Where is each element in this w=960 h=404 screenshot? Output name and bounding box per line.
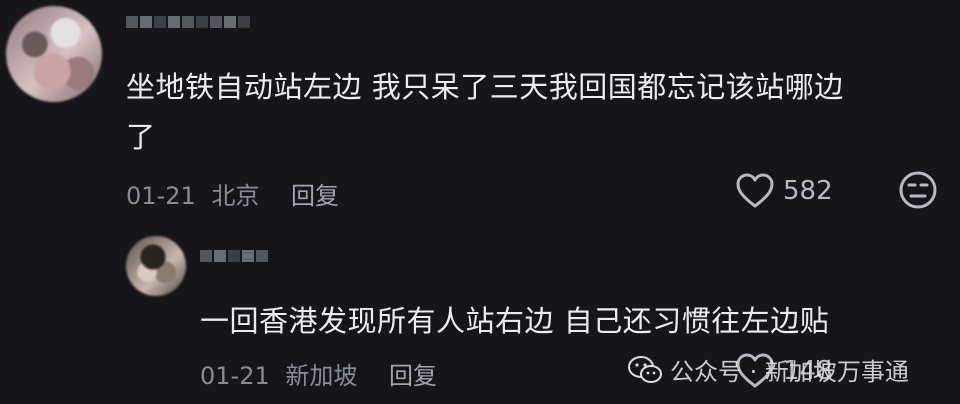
watermark: 公众号 · 新加坡万事通 (628, 352, 909, 387)
like-button[interactable]: 582 (735, 172, 833, 210)
reply-date: 01-21 (200, 362, 270, 390)
wechat-icon (628, 355, 662, 383)
reply-avatar[interactable] (126, 236, 186, 296)
watermark-text: 公众号 · 新加坡万事通 (670, 358, 909, 386)
reply-button[interactable]: 回复 (291, 182, 339, 210)
comment-text-line-1: 坐地铁自动站左边 我只呆了三天我回国都忘记该站哪边 (126, 70, 844, 104)
dislike-button[interactable] (898, 170, 938, 210)
avatar[interactable] (6, 6, 102, 102)
comment-location: 北京 (211, 182, 260, 210)
reply-reply-button[interactable]: 回复 (389, 362, 437, 390)
username-blurred[interactable] (126, 16, 250, 28)
like-count: 582 (783, 176, 833, 206)
reply-username-blurred[interactable] (200, 250, 268, 262)
comment-date: 01-21 (126, 182, 196, 210)
reply-meta: 01-21 新加坡 回复 (200, 356, 437, 391)
comment-text-line-2: 了 (126, 120, 156, 154)
comment-text: 坐地铁自动站左边 我只呆了三天我回国都忘记该站哪边 了 (126, 62, 926, 162)
reply-text: 一回香港发现所有人站右边 自己还习惯往左边贴 (200, 304, 830, 338)
comment-meta: 01-21 北京 回复 (126, 176, 339, 211)
reply-location: 新加坡 (285, 362, 358, 390)
heart-outline-icon (736, 173, 774, 208)
meh-face-icon (899, 171, 937, 209)
